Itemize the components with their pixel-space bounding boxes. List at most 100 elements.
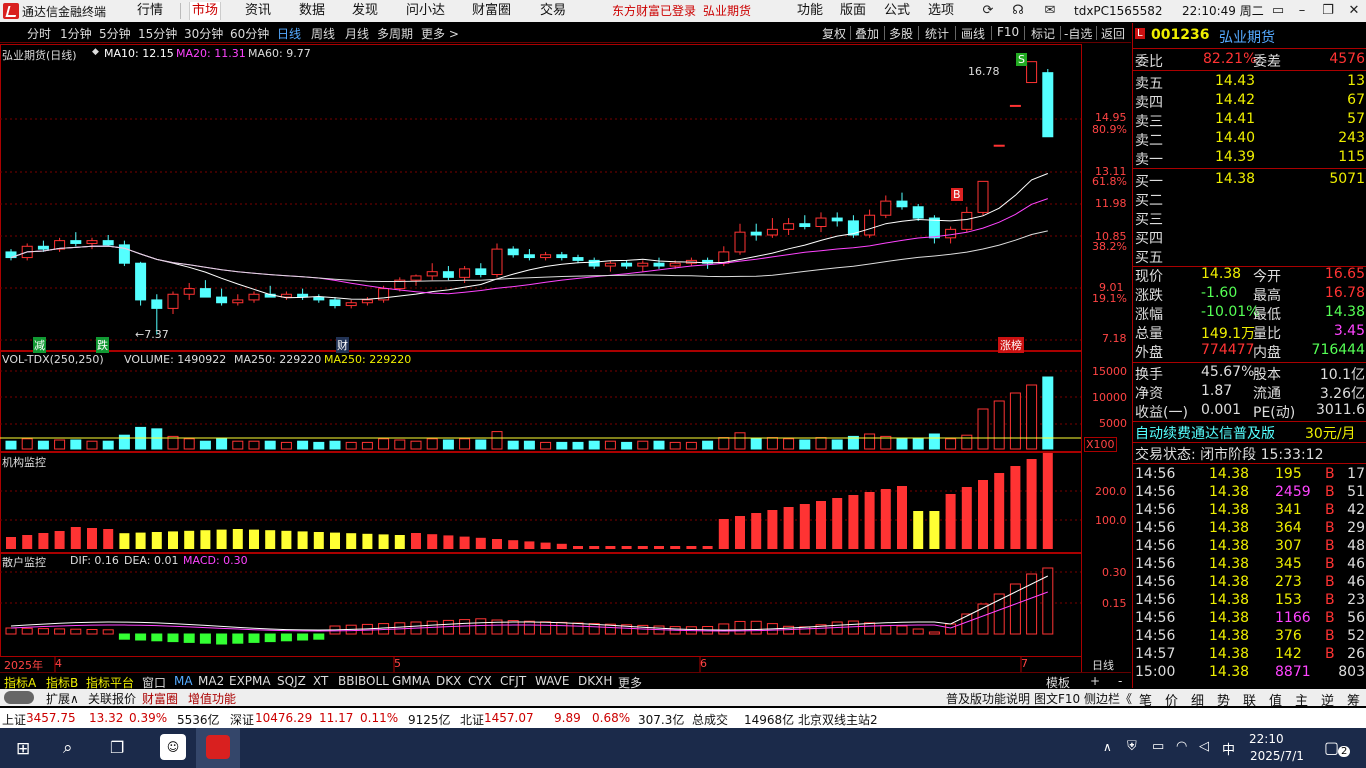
sh-label[interactable]: 上证	[2, 711, 26, 728]
period-60min[interactable]: 60分钟	[230, 25, 269, 42]
search-icon[interactable]: ⌕	[63, 738, 73, 758]
panel-tab[interactable]: 筹	[1347, 690, 1360, 709]
btn-tongji[interactable]: 统计	[925, 25, 949, 42]
maximize-icon[interactable]: ❐	[1318, 2, 1338, 20]
indicator-tab[interactable]: DKX	[436, 674, 461, 688]
btn-diejia[interactable]: 叠加	[855, 25, 879, 42]
menu-gongneng[interactable]: 功能	[797, 2, 823, 20]
link-sidebar[interactable]: 侧边栏《	[1084, 690, 1132, 707]
template-button[interactable]: -	[1118, 674, 1122, 688]
period-30min[interactable]: 30分钟	[184, 25, 223, 42]
menu-shuju[interactable]: 数据	[299, 2, 325, 20]
minimize-icon[interactable]: –	[1292, 2, 1312, 20]
chevron-up-icon[interactable]: ∧	[1103, 740, 1112, 754]
current-stock-name[interactable]: 弘业期货	[703, 2, 751, 20]
tick-price: 14.38	[1209, 610, 1250, 626]
panel-tab[interactable]: 细	[1191, 690, 1204, 709]
menu-xuanxiang[interactable]: 选项	[928, 2, 954, 20]
login-status[interactable]: 东方财富已登录	[612, 2, 696, 20]
menu-shichang[interactable]: 市场	[189, 2, 222, 20]
indicator-tab[interactable]: GMMA	[392, 674, 430, 688]
promo-text[interactable]: 自动续费通达信普及版	[1135, 423, 1275, 443]
period-multi[interactable]: 多周期	[377, 25, 413, 42]
headset-icon[interactable]: ☊	[1008, 2, 1028, 20]
toggle-switch[interactable]	[4, 691, 34, 704]
menu-jiaoyi[interactable]: 交易	[540, 2, 566, 20]
menu-caifuquan[interactable]: 财富圈	[472, 2, 511, 20]
indicator-tab[interactable]: BBIBOLL	[338, 674, 389, 688]
vol-name: VOL-TDX(250,250)	[2, 353, 104, 366]
link-f10[interactable]: 图文F10	[1034, 690, 1080, 707]
indicator-tab[interactable]: CFJT	[500, 674, 526, 688]
tab-caifuquan[interactable]: 财富圈	[142, 690, 178, 707]
shield-icon[interactable]: ⛨	[1127, 739, 1137, 754]
panel-tab[interactable]: 值	[1269, 690, 1282, 709]
btn-zixuan[interactable]: -自选	[1064, 25, 1092, 42]
bz-label[interactable]: 北证	[460, 711, 484, 728]
kline-chart-area[interactable]: 弘业期货(日线) ◆ MA10: 12.15 MA20: 11.31 MA60:…	[0, 44, 1131, 672]
taskbar-time[interactable]: 22:10	[1249, 732, 1284, 746]
btn-duogu[interactable]: 多股	[889, 25, 913, 42]
period-daily[interactable]: 日线	[277, 25, 301, 42]
period-monthly[interactable]: 月线	[345, 25, 369, 42]
date-period[interactable]: 日线	[1092, 657, 1114, 673]
period-weekly[interactable]: 周线	[311, 25, 335, 42]
tick-row: 14:56 14.38 307 B 48	[1135, 538, 1365, 557]
panel-tab[interactable]: 联	[1243, 690, 1256, 709]
settings-icon[interactable]: ◆	[92, 47, 99, 57]
indicator-tab[interactable]: DKXH	[578, 674, 612, 688]
qq-icon[interactable]: ☺	[160, 734, 186, 760]
panel-tab[interactable]: 势	[1217, 690, 1230, 709]
indicator-tab[interactable]: CYX	[468, 674, 492, 688]
menu-wenxiaoda[interactable]: 问小达	[406, 2, 445, 20]
tab-guanlian[interactable]: 关联报价	[88, 690, 136, 707]
menu-banmian[interactable]: 版面	[840, 2, 866, 20]
menu-hangqing[interactable]: 行情	[137, 2, 163, 20]
tab-zengzhi[interactable]: 增值功能	[188, 690, 236, 707]
tab-kuozhan[interactable]: 扩展∧	[46, 690, 79, 707]
notification-icon[interactable]: ▢	[1324, 738, 1339, 757]
refresh-icon[interactable]: ⟳	[978, 2, 998, 20]
template-button[interactable]: +	[1090, 674, 1100, 688]
indicator-tab[interactable]: WAVE	[535, 674, 569, 688]
ime-indicator[interactable]: 中	[1222, 739, 1235, 758]
indicator-tab[interactable]: XT	[313, 674, 328, 688]
task-view-icon[interactable]: ❐	[110, 738, 124, 757]
tick-row: 15:00 14.38 8871 803	[1135, 664, 1365, 683]
tdx-taskbar-item[interactable]	[196, 728, 240, 768]
period-fenshi[interactable]: 分时	[27, 25, 51, 42]
indicator-tab[interactable]: EXPMA	[229, 674, 271, 688]
period-5min[interactable]: 5分钟	[99, 25, 131, 42]
btn-biaoji[interactable]: 标记	[1031, 25, 1055, 42]
indicator-tab[interactable]: SQJZ	[277, 674, 306, 688]
panel-tab[interactable]: 笔	[1139, 690, 1152, 709]
indicator-tab[interactable]: MA2	[198, 674, 224, 688]
volume-icon[interactable]: ◁	[1199, 739, 1209, 754]
mail-icon[interactable]: ✉	[1040, 2, 1060, 20]
panel-tab[interactable]: 价	[1165, 690, 1178, 709]
link-shuoming[interactable]: 普及版功能说明	[946, 690, 1030, 707]
close-icon[interactable]: ✕	[1344, 2, 1364, 20]
battery-icon[interactable]: ▭	[1152, 739, 1164, 754]
menu-zixun[interactable]: 资讯	[245, 2, 271, 20]
panel-tab[interactable]: 主	[1295, 690, 1308, 709]
promo-price[interactable]: 30元/月	[1305, 423, 1356, 443]
taskbar-date[interactable]: 2025/7/1	[1250, 749, 1304, 763]
period-1min[interactable]: 1分钟	[60, 25, 92, 42]
btn-f10[interactable]: F10	[997, 25, 1019, 39]
menu-gongshi[interactable]: 公式	[884, 2, 910, 20]
windows-start-icon[interactable]: ⊞	[16, 739, 30, 759]
panel-tab[interactable]: 逆	[1321, 690, 1334, 709]
btn-huaxian[interactable]: 画线	[961, 25, 985, 42]
server-name[interactable]: 北京双线主站2	[798, 711, 878, 728]
btn-fuquan[interactable]: 复权	[822, 25, 846, 42]
period-15min[interactable]: 15分钟	[138, 25, 177, 42]
period-more[interactable]: 更多 >	[421, 25, 459, 42]
jg-bar	[832, 498, 843, 549]
menu-faxian[interactable]: 发现	[352, 2, 378, 20]
restore-icon[interactable]: ▭	[1268, 2, 1288, 20]
btn-fanhui[interactable]: 返回	[1101, 25, 1125, 42]
indicator-tab[interactable]: MA	[174, 674, 193, 688]
sz-label[interactable]: 深证	[230, 711, 254, 728]
wifi-icon[interactable]: ◠	[1176, 739, 1187, 754]
